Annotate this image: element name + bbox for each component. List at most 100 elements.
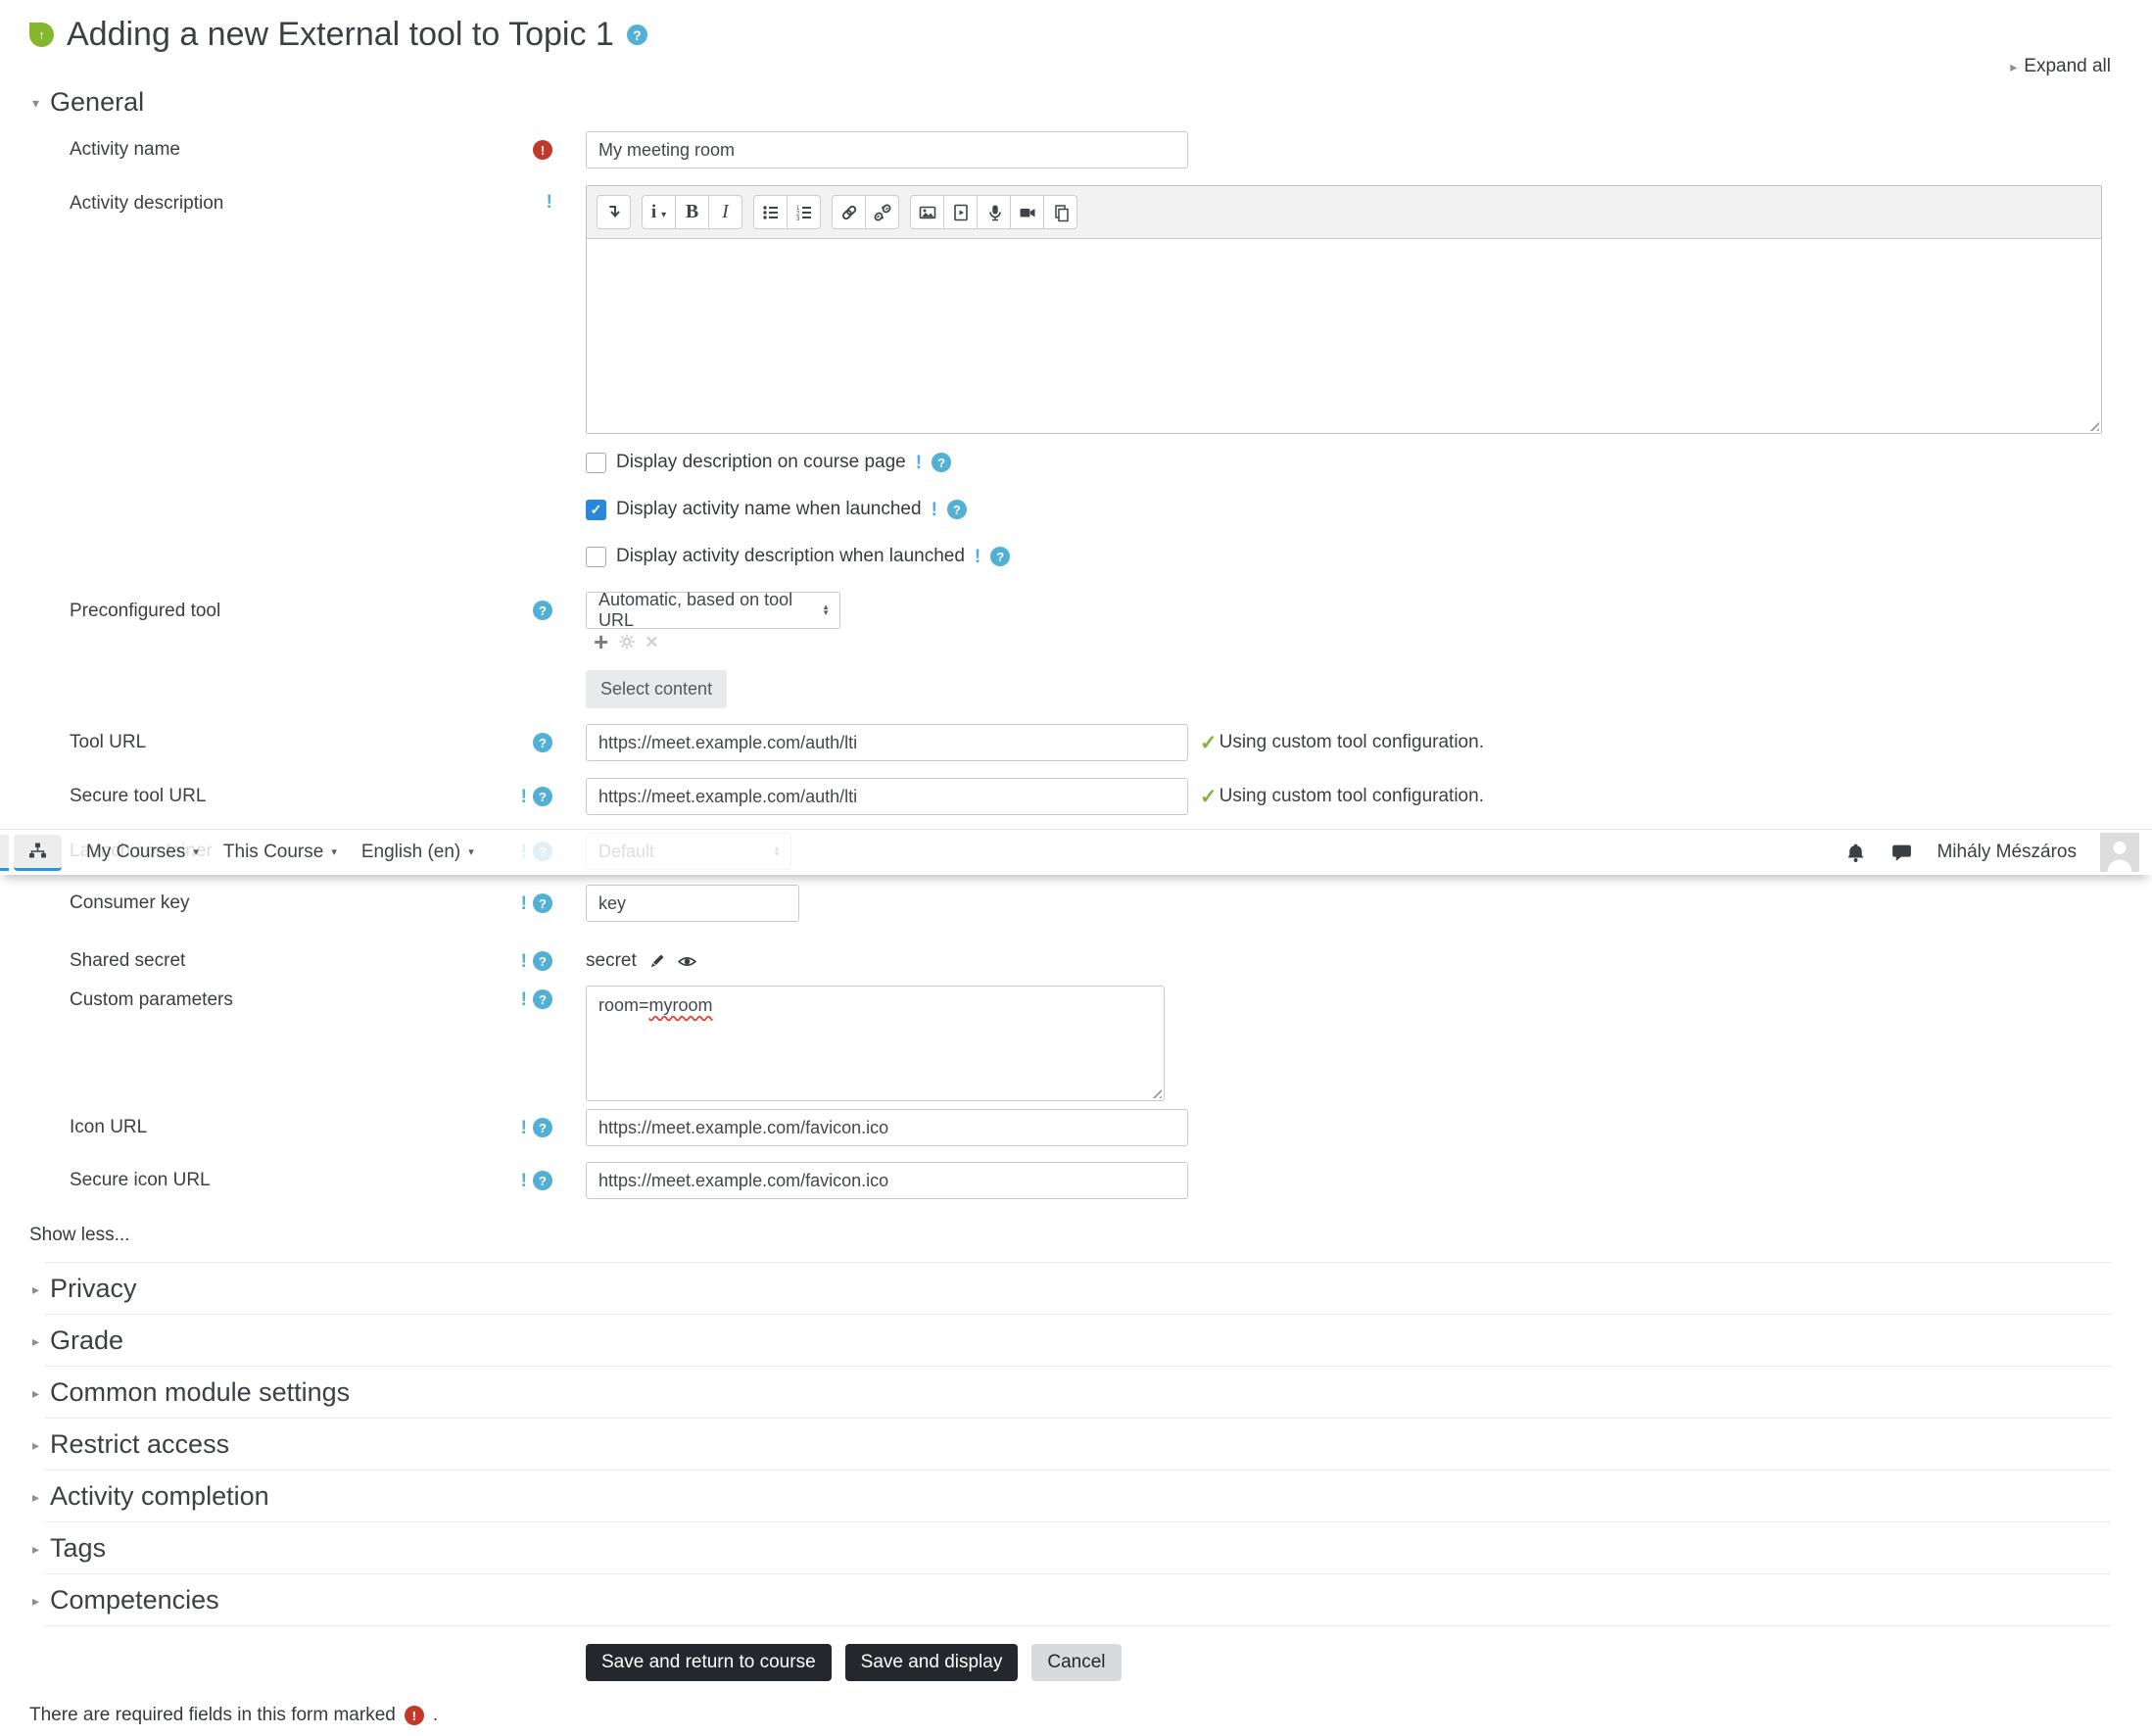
warning-icon [521,788,527,806]
link-icon[interactable] [832,195,866,229]
required-icon [533,140,552,160]
record-video-icon[interactable] [1010,195,1044,229]
delete-tool-icon[interactable] [646,632,657,652]
section-activity-completion[interactable]: Activity completion [0,1471,2111,1522]
user-name[interactable]: Mihály Mészáros [1937,842,2077,863]
help-icon[interactable] [533,893,552,913]
help-icon[interactable] [533,1171,552,1190]
caret-right-icon [32,1490,39,1504]
page-title: Adding a new External tool to Topic 1 [67,16,614,53]
save-and-display-button[interactable]: Save and display [844,1644,1019,1681]
caret-right-icon [2010,60,2017,73]
help-icon[interactable] [533,733,552,752]
shared-secret-value: secret [586,950,637,971]
nav-language[interactable]: English (en) [361,842,474,863]
nav-partial-tab[interactable] [0,835,9,871]
sticky-navbar: Launch container Default My Courses [0,829,2152,875]
tool-url-input[interactable] [586,724,1188,761]
warning-icon [547,193,552,212]
select-content-button[interactable]: Select content [586,670,728,708]
warning-icon [932,501,937,519]
secure-icon-url-label: Secure icon URL [70,1170,211,1190]
section-tags[interactable]: Tags [0,1522,2111,1574]
nav-my-courses[interactable]: My Courses [86,842,199,863]
section-privacy[interactable]: Privacy [0,1263,2111,1315]
help-icon[interactable] [533,989,552,1009]
edit-tool-gear-icon[interactable] [618,633,636,651]
editor-content-area[interactable] [587,239,2101,433]
warning-icon [521,894,527,913]
help-icon[interactable] [932,453,952,472]
caret-right-icon [32,1594,39,1608]
caret-right-icon [32,1542,39,1556]
tool-url-status: Using custom tool configuration. [1200,731,1484,755]
unlink-icon[interactable] [865,195,899,229]
section-grade[interactable]: Grade [0,1315,2111,1367]
bold-icon[interactable] [675,195,709,229]
preconfigured-tool-select[interactable]: Automatic, based on tool URL [586,590,840,630]
warning-icon [521,1172,527,1190]
messages-bubble-icon[interactable] [1890,842,1913,864]
external-tool-icon [29,23,54,47]
section-common-module-settings[interactable]: Common module settings [0,1367,2111,1419]
sitemap-nav-tab[interactable] [14,834,62,871]
preconfigured-tool-row: Preconfigured tool Automatic, based on t… [0,590,2111,708]
warning-icon [916,454,922,472]
sitemap-icon [29,843,46,858]
display-activity-description-checkbox[interactable] [586,546,606,567]
shared-secret-row: Shared secret secret [0,950,2111,972]
caret-right-icon [32,1282,39,1296]
editor-toolbar: 123 [587,186,2101,239]
consumer-key-label: Consumer key [70,892,190,913]
section-restrict-access[interactable]: Restrict access [0,1419,2111,1471]
expand-all-link[interactable]: Expand all [0,54,2111,79]
activity-description-label: Activity description [70,193,224,214]
insert-image-icon[interactable] [910,195,944,229]
help-icon[interactable] [533,951,552,971]
display-activity-description-label: Display activity description when launch… [616,546,965,566]
italic-icon[interactable] [708,195,742,229]
help-icon[interactable] [533,787,552,806]
warning-icon [521,1119,527,1137]
activity-name-input[interactable] [586,131,1188,169]
display-activity-name-checkbox[interactable] [586,499,606,520]
section-general-header[interactable]: General [0,87,2111,118]
activity-name-label: Activity name [70,139,180,160]
preconfigured-tool-value: Automatic, based on tool URL [598,590,793,630]
help-icon[interactable] [946,500,967,519]
collapse-toolbar-icon[interactable] [597,195,631,229]
cancel-button[interactable]: Cancel [1031,1644,1122,1681]
manage-files-icon[interactable] [1043,195,1077,229]
nav-this-course[interactable]: This Course [223,842,337,863]
notifications-bell-icon[interactable] [1844,842,1867,864]
activity-name-row: Activity name [0,131,2111,169]
show-less-link[interactable]: Show less... [0,1225,2111,1246]
page-title-help-icon[interactable] [626,24,647,45]
custom-parameters-textarea[interactable]: room=myroom [586,986,1165,1101]
caret-right-icon [32,1334,39,1348]
edit-pencil-icon[interactable] [647,952,666,971]
svg-text:3: 3 [796,217,800,222]
help-icon[interactable] [533,1118,552,1137]
insert-media-icon[interactable] [943,195,978,229]
display-description-checkbox[interactable] [586,452,606,473]
ordered-list-icon[interactable]: 123 [787,195,821,229]
shared-secret-label: Shared secret [70,950,186,971]
section-competencies[interactable]: Competencies [0,1574,2111,1626]
help-icon[interactable] [990,547,1011,566]
expand-all-label: Expand all [2024,56,2111,76]
unordered-list-icon[interactable] [753,195,788,229]
secure-icon-url-input[interactable] [586,1162,1188,1199]
icon-url-input[interactable] [586,1109,1188,1146]
misspelled-word: myroom [648,995,713,1015]
save-and-return-button[interactable]: Save and return to course [586,1644,832,1681]
record-audio-icon[interactable] [977,195,1011,229]
consumer-key-input[interactable] [586,885,799,922]
consumer-key-row: Consumer key [0,885,2111,922]
reveal-eye-icon[interactable] [677,951,697,972]
user-avatar[interactable] [2100,833,2139,872]
add-tool-icon[interactable] [594,629,608,654]
help-icon[interactable] [533,601,552,620]
secure-tool-url-input[interactable] [586,778,1188,815]
paragraph-styles-icon[interactable] [642,195,676,229]
